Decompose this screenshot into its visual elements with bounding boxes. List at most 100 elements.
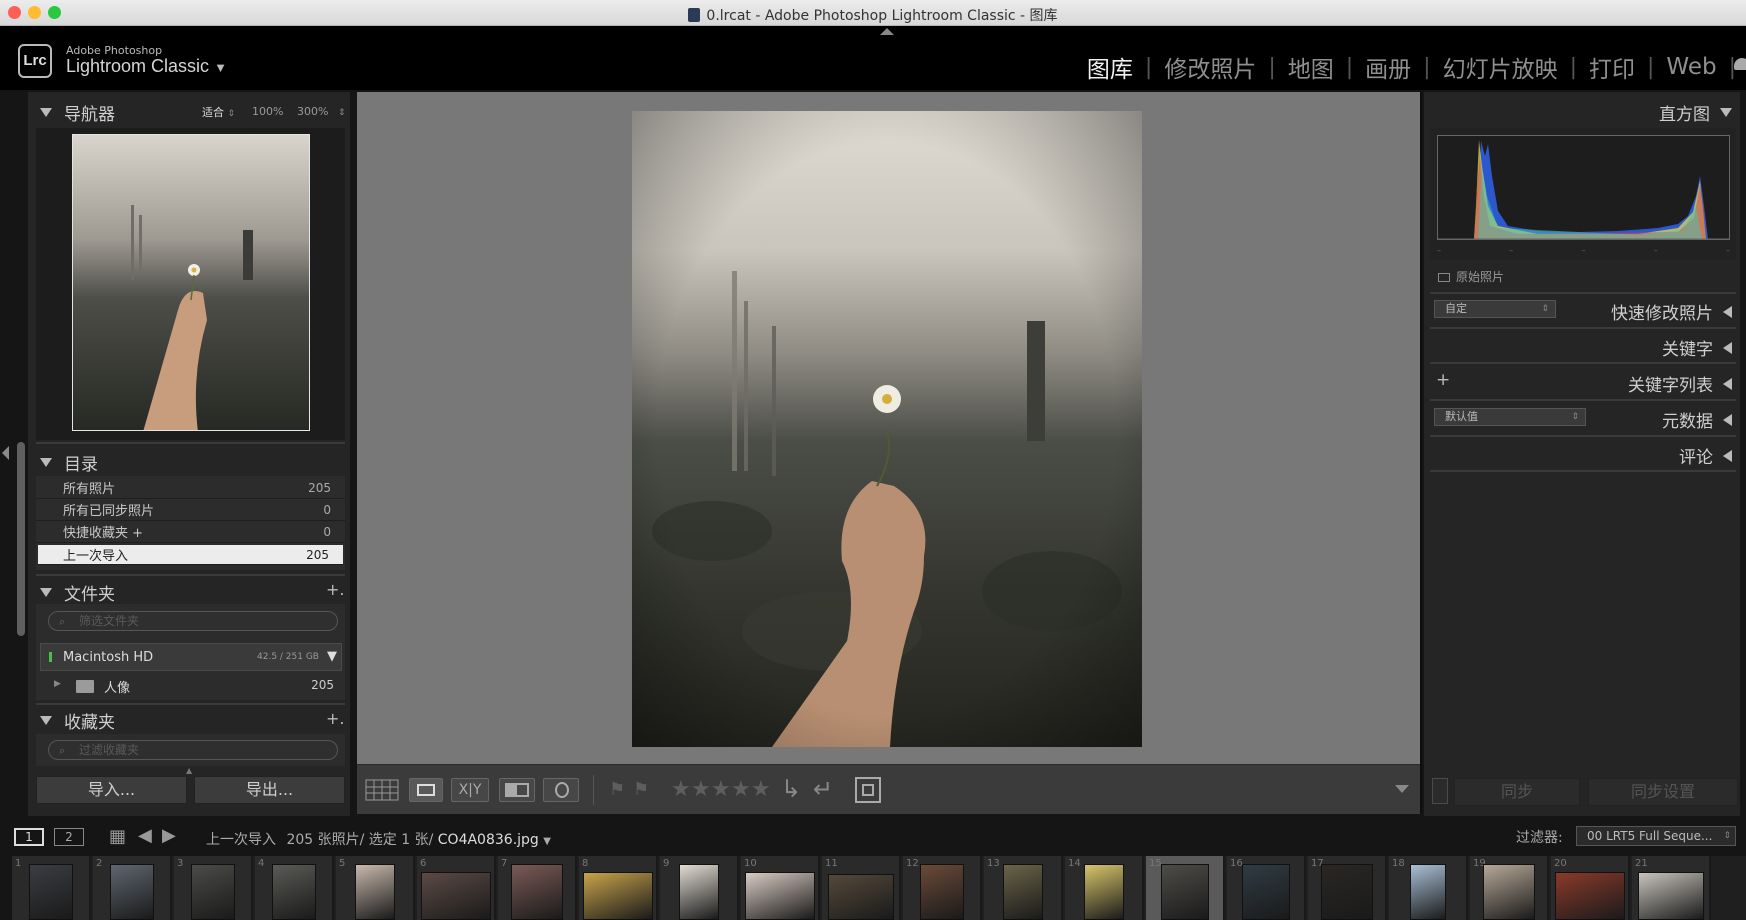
sync-toggle-switch[interactable] [1432, 778, 1448, 804]
catalog-item-synced-photos[interactable]: 所有已同步照片 0 [36, 499, 345, 521]
filmstrip-thumbnail[interactable] [1482, 864, 1535, 920]
quick-develop-preset-select[interactable]: 自定 ⇕ [1434, 300, 1556, 318]
filmstrip-thumbnail[interactable] [1637, 872, 1704, 920]
comments-header[interactable]: 评论 [1679, 443, 1732, 468]
filmstrip-thumbnail[interactable] [582, 872, 653, 920]
filter-preset-select[interactable]: 00 LRT5 Full Seque... ⇕ [1576, 826, 1736, 846]
brand-name-wrap[interactable]: Lightroom Classic ▼ [66, 56, 227, 77]
rating-star-1[interactable]: ★ [671, 777, 691, 802]
secondary-monitor-button[interactable]: 2 [54, 828, 84, 846]
filmstrip-cell[interactable]: 1 [12, 856, 91, 920]
rating-star-3[interactable]: ★ [711, 777, 731, 802]
keyword-list-header[interactable]: 关键字列表 [1628, 371, 1732, 396]
filmstrip-cell[interactable]: 2 [93, 856, 172, 920]
main-photo[interactable] [632, 111, 1142, 747]
filmstrip-thumbnail[interactable] [1160, 864, 1209, 920]
filmstrip-cell[interactable]: 6 [417, 856, 496, 920]
filmstrip-cell[interactable]: 13 [984, 856, 1063, 920]
rating-star-4[interactable]: ★ [731, 777, 751, 802]
zoom-fit-option[interactable]: 适合 ⇕ [202, 104, 235, 120]
filmstrip-cell[interactable]: 18 [1389, 856, 1468, 920]
back-arrow-icon[interactable]: ◀ [138, 825, 152, 846]
histogram-header[interactable]: 直方图 [1659, 100, 1732, 125]
catalog-header[interactable]: 目录 [40, 450, 98, 475]
collection-filter-input[interactable]: ⌕ 过滤收藏夹 [48, 740, 338, 760]
filmstrip-cell[interactable]: 20 [1551, 856, 1630, 920]
left-panel-scrollbar[interactable] [17, 442, 25, 636]
metadata-preset-select[interactable]: 默认值 ⇕ [1434, 408, 1586, 426]
filmstrip-cell[interactable]: 15 [1146, 856, 1225, 920]
flag-pick-icon[interactable]: ⚑ [609, 779, 625, 800]
filmstrip-thumbnail[interactable] [109, 864, 154, 920]
filmstrip-thumbnail[interactable] [510, 864, 563, 920]
module-tab[interactable]: 幻灯片放映 [1431, 50, 1570, 84]
filmstrip-cell[interactable]: 19 [1470, 856, 1549, 920]
filmstrip-cell[interactable]: 21 [1632, 856, 1711, 920]
forward-arrow-icon[interactable]: ▶ [162, 825, 176, 846]
crop-overlay-icon[interactable] [855, 777, 881, 803]
quick-develop-header[interactable]: 快速修改照片 [1611, 299, 1732, 324]
module-tab[interactable]: 地图 [1276, 50, 1346, 84]
filmstrip-cell[interactable]: 3 [174, 856, 253, 920]
filmstrip-cell[interactable]: 7 [498, 856, 577, 920]
filmstrip-thumbnail[interactable] [1083, 864, 1124, 920]
module-tab[interactable]: 图库 [1075, 50, 1145, 84]
original-photo-toggle[interactable]: 原始照片 [1438, 268, 1504, 285]
sync-settings-button[interactable]: 同步设置 [1588, 778, 1738, 806]
filmstrip-cell[interactable]: 16 [1227, 856, 1306, 920]
catalog-item-all-photos[interactable]: 所有照片 205 [36, 477, 345, 499]
grid-view-button[interactable] [365, 777, 399, 803]
filmstrip-thumbnail[interactable] [28, 864, 73, 920]
rotate-right-icon[interactable]: ↵ [813, 775, 833, 803]
filmstrip-thumbnail[interactable] [1002, 864, 1043, 920]
loupe-view-button[interactable] [409, 778, 443, 802]
rating-star-5[interactable]: ★ [751, 777, 771, 802]
add-collection-button[interactable]: +. [326, 709, 345, 728]
filmstrip-cell[interactable]: 10 [741, 856, 820, 920]
folder-filter-input[interactable]: ⌕ 筛选文件夹 [48, 611, 338, 631]
filmstrip-cell[interactable]: 17 [1308, 856, 1387, 920]
filmstrip-thumbnail[interactable] [420, 872, 491, 920]
catalog-item-previous-import[interactable]: 上一次导入 205 [38, 545, 343, 565]
module-tab[interactable]: 修改照片 [1152, 50, 1268, 84]
hide-left-panel-arrow-icon[interactable] [2, 446, 9, 460]
rotate-left-icon[interactable]: ↳ [781, 775, 801, 803]
panel-resize-handle-icon[interactable]: ▲ [186, 766, 192, 775]
volume-row[interactable]: Macintosh HD 42.5 / 251 GB ▼ [40, 643, 342, 671]
survey-view-button[interactable] [499, 778, 535, 802]
compare-view-button[interactable]: X|Y [451, 778, 489, 802]
filmstrip-cell[interactable]: 9 [660, 856, 739, 920]
filmstrip-thumbnail[interactable] [271, 864, 316, 920]
filmstrip-thumbnail[interactable] [1241, 864, 1290, 920]
histogram[interactable] [1437, 135, 1730, 240]
module-tab[interactable]: 画册 [1353, 50, 1423, 84]
filmstrip[interactable]: 1 2 3 4 5 6 7 8 9 10 11 12 13 14 15 16 17 18 19 20 21 [12, 856, 1746, 920]
filmstrip-cell[interactable]: 4 [255, 856, 334, 920]
filmstrip-cell[interactable]: 11 [822, 856, 901, 920]
folders-header[interactable]: 文件夹 [40, 580, 115, 605]
zoom-300-option[interactable]: 300% ⇕ [297, 105, 346, 118]
filmstrip-thumbnail[interactable] [919, 864, 964, 920]
expand-triangle-icon[interactable]: ▶ [54, 679, 61, 689]
filmstrip-thumbnail[interactable] [827, 874, 894, 920]
keywording-header[interactable]: 关键字 [1662, 335, 1732, 360]
filmstrip-source-info[interactable]: 上一次导入 205 张照片/ 选定 1 张/ CO4A0836.jpg ▼ [206, 829, 551, 849]
export-button[interactable]: 导出... [194, 776, 345, 804]
folder-row-portrait[interactable]: ▶ 人像 205 [40, 675, 342, 697]
toolbar-content-menu-icon[interactable] [1395, 785, 1409, 793]
filmstrip-cell[interactable]: 12 [903, 856, 982, 920]
people-view-button[interactable] [543, 778, 579, 802]
filmstrip-thumbnail[interactable] [678, 864, 719, 920]
metadata-header[interactable]: 元数据 [1662, 407, 1732, 432]
cloud-icon[interactable] [1734, 58, 1746, 70]
filmstrip-thumbnail[interactable] [1409, 864, 1446, 920]
main-monitor-button[interactable]: 1 [14, 828, 44, 846]
import-button[interactable]: 导入... [36, 776, 187, 804]
add-keyword-button[interactable]: + [1436, 370, 1450, 390]
collections-header[interactable]: 收藏夹 [40, 708, 115, 733]
filmstrip-thumbnail[interactable] [354, 864, 395, 920]
filmstrip-thumbnail[interactable] [1320, 864, 1373, 920]
sync-button[interactable]: 同步 [1454, 778, 1580, 806]
filmstrip-thumbnail[interactable] [1554, 872, 1625, 920]
hide-top-panel-arrow-icon[interactable] [880, 28, 894, 35]
